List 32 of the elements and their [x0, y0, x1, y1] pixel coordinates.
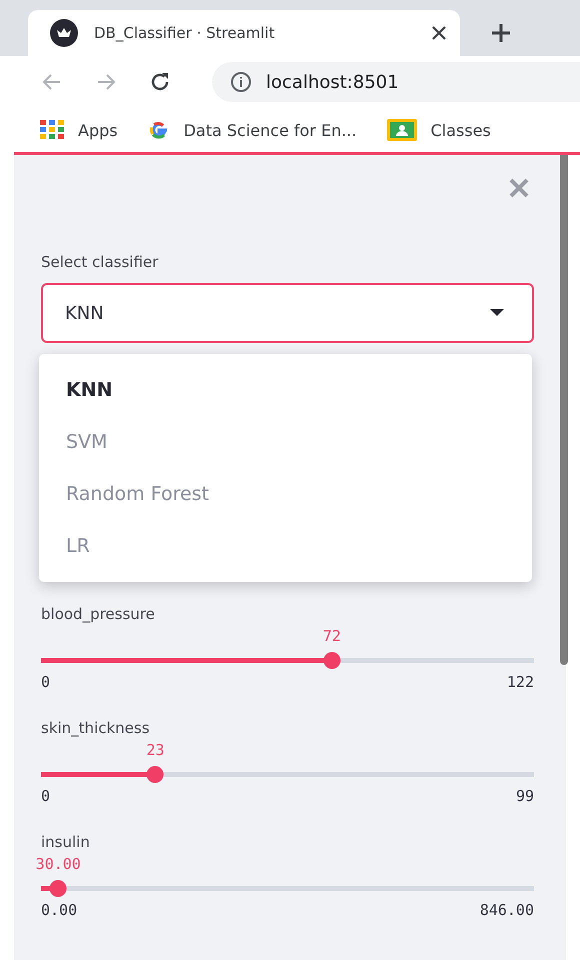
bookmark-link[interactable]: Apps	[78, 120, 118, 140]
classroom-icon	[386, 119, 417, 141]
info-icon[interactable]	[230, 71, 252, 93]
slider-thumb[interactable]	[50, 880, 67, 897]
caret-icon	[490, 309, 504, 317]
slider-value: 72	[322, 627, 341, 645]
slider-min: 0	[41, 673, 50, 691]
slider-value: 30.00	[36, 855, 81, 873]
close-icon[interactable]	[432, 26, 446, 40]
crown-logo-icon	[50, 19, 78, 47]
slider-label: blood_pressure	[41, 605, 156, 625]
select-label: Select classifier	[41, 253, 160, 271]
browser-tab[interactable]: DB_Classifier · Streamlit	[28, 10, 460, 56]
slider-thumb[interactable]	[323, 652, 340, 669]
classifier-select[interactable]: KNN	[41, 283, 534, 343]
slider-max: 846.00	[480, 901, 534, 919]
slider-min: 0	[41, 787, 50, 805]
bookmark-link[interactable]: Data Science for En...	[184, 120, 357, 140]
slider-max: 122	[506, 673, 534, 691]
url-text[interactable]: localhost:8501	[266, 72, 399, 92]
bookmark-link[interactable]: Classes	[430, 120, 491, 140]
dropdown-option[interactable]: KNN	[39, 364, 532, 416]
scrollbar-thumb[interactable]	[560, 155, 568, 665]
tab-title: DB_Classifier · Streamlit	[94, 24, 276, 42]
slider-thumb[interactable]	[146, 766, 164, 783]
slider-min: 0.00	[41, 901, 78, 919]
slider-max: 99	[516, 787, 534, 805]
apps-grid-icon	[40, 120, 64, 140]
slider-label: insulin	[41, 833, 91, 853]
slider-value: 23	[146, 741, 164, 759]
google-g-icon	[148, 119, 170, 141]
slider-label: skin_thickness	[41, 719, 151, 739]
